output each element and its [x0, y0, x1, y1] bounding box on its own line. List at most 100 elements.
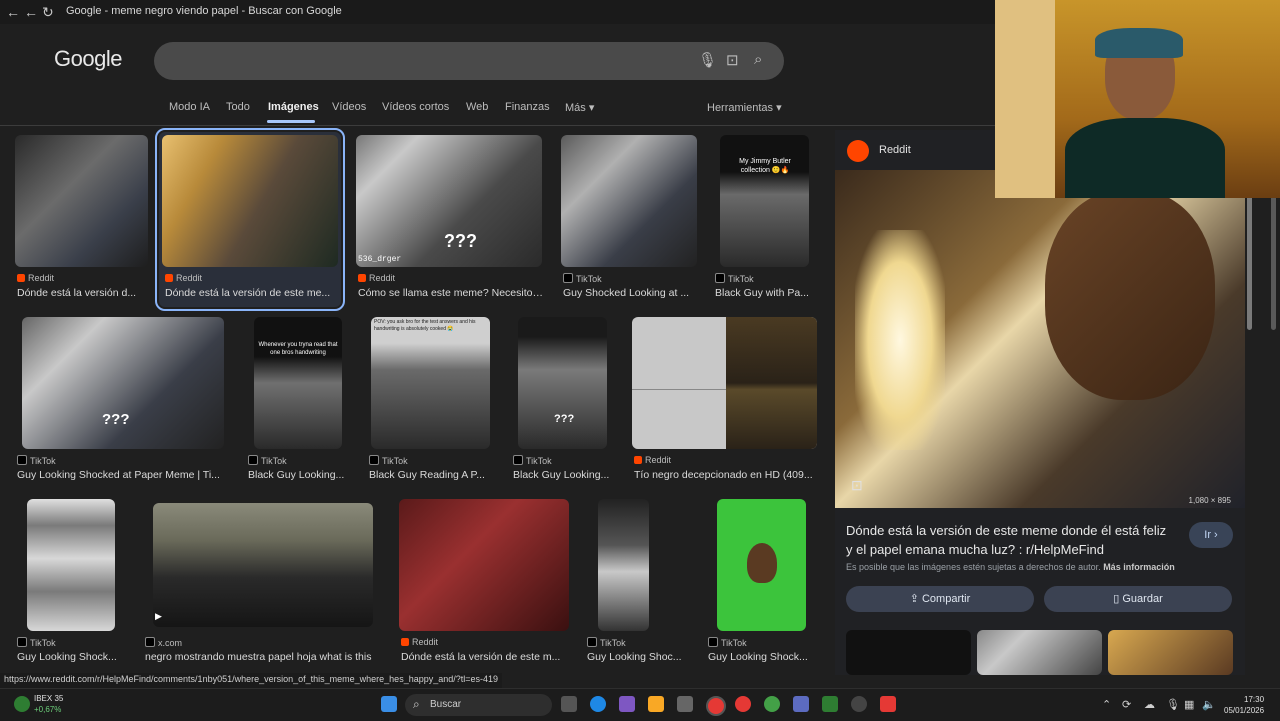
result-caption[interactable]: Black Guy with Pa... — [715, 287, 811, 299]
result-source: x.com — [158, 638, 183, 648]
sync-icon[interactable]: ⟳ — [1122, 698, 1131, 711]
task-view-icon[interactable] — [561, 696, 577, 712]
preview-source[interactable]: Reddit — [879, 144, 911, 156]
result-thumbnail[interactable]: Whenever you tryna read that one bros ha… — [254, 317, 342, 449]
result-thumbnail[interactable]: ??? — [518, 317, 607, 449]
preview-title[interactable]: Dónde está la versión de este meme donde… — [846, 521, 1176, 559]
result-caption[interactable]: Guy Looking Shocked at Paper Meme | Ti..… — [17, 469, 232, 481]
visit-button[interactable]: Ir › — [1189, 522, 1233, 548]
result-card[interactable]: Whenever you tryna read that one bros ha… — [246, 317, 346, 482]
preview-image[interactable] — [835, 170, 1245, 508]
result-caption[interactable]: Guy Looking Shoc... — [587, 651, 687, 663]
result-card[interactable]: TikTok Guy Looking Shock... — [706, 499, 816, 664]
microphone-icon[interactable]: 🎙 — [1166, 698, 1180, 711]
lens-icon[interactable]: ⊡ — [726, 51, 739, 69]
result-card[interactable]: ??? 536_drger Reddit Cómo se llama este … — [356, 135, 544, 300]
result-thumbnail[interactable] — [632, 317, 817, 449]
result-caption[interactable]: Guy Looking Shock... — [17, 651, 132, 663]
edge-icon[interactable] — [590, 696, 606, 712]
taskbar-clock[interactable]: 17:30 05/01/2026 — [1224, 694, 1264, 716]
result-card[interactable]: POV: you ask bro for the test answers an… — [367, 317, 493, 482]
result-card[interactable]: ▶ x.com negro mostrando muestra papel ho… — [143, 499, 378, 664]
result-caption[interactable]: Black Guy Looking... — [248, 469, 348, 481]
network-icon[interactable]: ▦ — [1184, 698, 1194, 711]
result-card-selected[interactable]: Reddit Dónde está la versión de este me.… — [155, 128, 345, 311]
search-input[interactable]: 🎙 ⊡ ⌕ — [154, 42, 784, 80]
back-icon[interactable]: ← — [6, 4, 20, 20]
youtube-icon[interactable] — [880, 696, 896, 712]
result-card[interactable]: Reddit Dónde está la versión d... — [15, 135, 148, 300]
tab-web[interactable]: Web — [466, 101, 488, 113]
obs-icon[interactable] — [851, 696, 867, 712]
taskbar-search[interactable]: ⌕ Buscar — [405, 694, 552, 716]
tab-finanzas[interactable]: Finanzas — [505, 101, 550, 113]
chrome-icon[interactable] — [706, 696, 726, 716]
search-icon[interactable]: ⌕ — [754, 51, 762, 68]
app-icon[interactable] — [793, 696, 809, 712]
result-caption[interactable]: Black Guy Looking... — [513, 469, 613, 481]
stock-widget-icon[interactable] — [14, 696, 30, 712]
reload-icon[interactable]: ↻ — [42, 4, 54, 21]
more-info-link[interactable]: Más información — [1103, 562, 1175, 572]
result-thumbnail[interactable]: ??? — [22, 317, 224, 449]
google-logo[interactable]: Google — [54, 46, 122, 72]
result-card[interactable]: ??? TikTok Black Guy Looking... — [511, 317, 611, 482]
result-card[interactable]: Reddit Tío negro decepcionado en HD (409… — [632, 317, 817, 482]
tab-mas[interactable]: Más ▾ — [565, 101, 594, 114]
result-card[interactable]: TikTok Guy Looking Shock... — [15, 499, 130, 664]
result-caption[interactable]: Tío negro decepcionado en HD (409... — [634, 469, 817, 481]
related-image[interactable] — [977, 630, 1102, 675]
cloud-icon[interactable]: ☁ — [1144, 698, 1155, 711]
copilot-icon[interactable] — [619, 696, 635, 712]
result-caption[interactable]: Guy Looking Shock... — [708, 651, 818, 663]
result-caption[interactable]: Black Guy Reading A P... — [369, 469, 495, 481]
result-thumbnail[interactable] — [561, 135, 697, 267]
result-thumbnail[interactable]: POV: you ask bro for the test answers an… — [371, 317, 490, 449]
result-thumbnail[interactable] — [717, 499, 806, 631]
result-thumbnail[interactable] — [162, 135, 338, 267]
result-card[interactable]: ??? TikTok Guy Looking Shocked at Paper … — [15, 317, 230, 482]
save-button[interactable]: ▯ Guardar — [1044, 586, 1232, 612]
file-explorer-icon[interactable] — [648, 696, 664, 712]
tab-imagenes[interactable]: Imágenes — [268, 101, 319, 113]
result-thumbnail[interactable]: ??? 536_drger — [356, 135, 542, 267]
result-card[interactable]: TikTok Guy Shocked Looking at ... — [561, 135, 697, 300]
result-caption[interactable]: negro mostrando muestra papel hoja what … — [145, 651, 380, 663]
result-thumbnail[interactable]: My Jimmy Butler collection 🙂🔥 — [720, 135, 809, 267]
stock-ticker[interactable]: IBEX 35 +0,67% — [34, 693, 63, 715]
copyright-notice: Es posible que las imágenes estén sujeta… — [846, 562, 1101, 572]
result-caption[interactable]: Dónde está la versión d... — [17, 287, 148, 299]
chevron-up-icon[interactable]: ⌃ — [1102, 698, 1111, 711]
chrome-profile-icon[interactable] — [735, 696, 751, 712]
result-thumbnail[interactable] — [598, 499, 649, 631]
result-card[interactable]: Reddit Dónde está la versión de este m..… — [399, 499, 569, 664]
tiktok-icon — [17, 455, 27, 465]
store-icon[interactable] — [677, 696, 693, 712]
ticker-change: +0,67% — [34, 705, 62, 714]
result-thumbnail[interactable] — [27, 499, 115, 631]
kick-icon[interactable] — [822, 696, 838, 712]
forward-icon[interactable]: ← — [24, 4, 38, 20]
result-card[interactable]: My Jimmy Butler collection 🙂🔥 TikTok Bla… — [713, 135, 809, 300]
result-card[interactable]: TikTok Guy Looking Shoc... — [585, 499, 685, 664]
result-caption[interactable]: Dónde está la versión de este me... — [165, 287, 337, 299]
related-image[interactable] — [1108, 630, 1233, 675]
tab-todo[interactable]: Todo — [226, 101, 250, 113]
share-button[interactable]: ⇪ Compartir — [846, 586, 1034, 612]
result-caption[interactable]: Dónde está la versión de este m... — [401, 651, 569, 663]
tools-menu[interactable]: Herramientas ▾ — [707, 101, 782, 114]
result-thumbnail[interactable] — [399, 499, 569, 631]
microphone-icon[interactable]: 🎙 — [698, 51, 717, 69]
result-thumbnail[interactable]: ▶ — [153, 503, 373, 627]
windows-start-icon[interactable] — [381, 696, 397, 712]
related-image[interactable] — [846, 630, 971, 675]
chrome-alt-icon[interactable] — [764, 696, 780, 712]
tab-videos[interactable]: Vídeos — [332, 101, 366, 113]
tab-modo-ia[interactable]: Modo IA — [169, 101, 210, 113]
tab-videos-cortos[interactable]: Vídeos cortos — [382, 101, 449, 113]
lens-icon[interactable]: ⊡ — [851, 477, 863, 494]
result-caption[interactable]: Cómo se llama este meme? Necesito ... — [358, 287, 544, 299]
result-thumbnail[interactable] — [15, 135, 148, 267]
volume-icon[interactable]: 🔈 — [1202, 698, 1216, 711]
result-caption[interactable]: Guy Shocked Looking at ... — [563, 287, 699, 299]
